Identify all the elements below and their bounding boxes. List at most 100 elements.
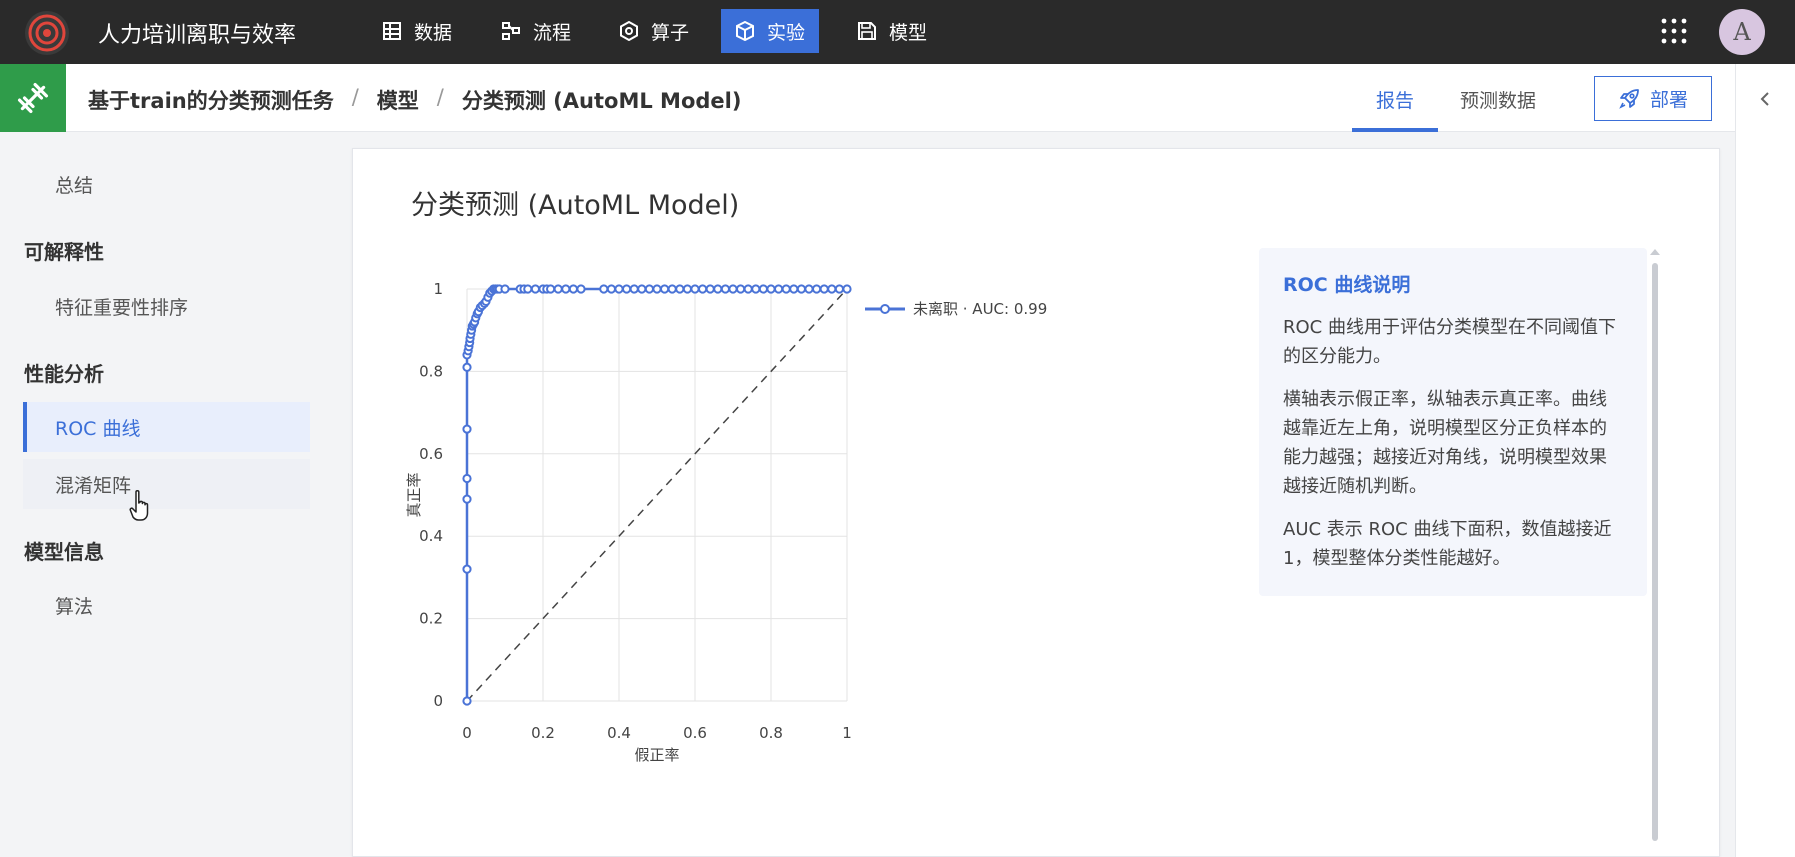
operator-icon xyxy=(620,21,638,41)
cube-icon xyxy=(736,21,754,41)
roc-point xyxy=(766,284,776,294)
nav-flow-label: 流程 xyxy=(533,21,572,44)
sidebar-item-label: 总结 xyxy=(55,174,94,197)
roc-point xyxy=(842,284,852,294)
roc-info-panel: ROC 曲线说明 ROC 曲线用于评估分类模型在不同阈值下的区分能力。 横轴表示… xyxy=(1259,248,1647,596)
nav-operator[interactable]: 算子 xyxy=(605,9,703,53)
roc-point xyxy=(812,284,822,294)
info-paragraph: AUC 表示 ROC 曲线下面积，数值越接近 1，模型整体分类性能越好。 xyxy=(1283,519,1612,569)
roc-chart: 0 0.2 0.4 0.6 0.8 1 0 0.2 0.4 0.6 0.8 1 假正率 真正率 未离职 · … xyxy=(405,280,1047,764)
y-axis-label: 真正率 xyxy=(405,472,423,517)
app-logo-icon[interactable] xyxy=(24,10,70,56)
nav-experiment-label: 实验 xyxy=(767,21,806,44)
scrollbar-thumb[interactable] xyxy=(1652,263,1658,841)
roc-point xyxy=(462,424,472,434)
sidebar-item-label: 算法 xyxy=(55,595,94,618)
scroll-up-arrow[interactable] xyxy=(1650,249,1660,255)
x-tick-label: 0.2 xyxy=(531,724,555,742)
sidebar-item-label: 混淆矩阵 xyxy=(55,474,132,497)
y-tick-label: 0.8 xyxy=(419,362,443,380)
sidebar-item-confusion-matrix[interactable]: 混淆矩阵 xyxy=(23,459,310,509)
roc-point xyxy=(751,284,761,294)
experiment-badge xyxy=(0,64,66,132)
nav-flow[interactable]: 流程 xyxy=(487,9,585,53)
x-tick-label: 0.8 xyxy=(759,724,783,742)
roc-point xyxy=(599,284,609,294)
roc-point xyxy=(462,564,472,574)
dumbbell-icon xyxy=(17,82,49,114)
rocket-icon xyxy=(1619,88,1639,109)
y-tick-label: 1 xyxy=(433,280,443,298)
x-axis-label: 假正率 xyxy=(634,746,679,764)
roc-point xyxy=(758,284,768,294)
sidebar-item-algorithm[interactable]: 算法 xyxy=(23,580,310,630)
roc-point xyxy=(834,284,844,294)
breadcrumb-separator: / xyxy=(436,85,444,109)
roc-point xyxy=(644,284,654,294)
legend-label: 未离职 · AUC: 0.99 xyxy=(913,300,1047,318)
nav-data[interactable]: 数据 xyxy=(368,9,466,53)
sidebar-group-model-info: 模型信息 xyxy=(24,540,104,564)
apps-grid-icon[interactable] xyxy=(1660,17,1688,45)
legend-marker xyxy=(880,304,890,314)
roc-point xyxy=(462,494,472,504)
sidebar: 总结 可解释性 特征重要性排序 性能分析 ROC 曲线 混淆矩阵 模型信息 算法 xyxy=(0,132,340,857)
tab-predict-data[interactable]: 预测数据 xyxy=(1460,86,1536,113)
roc-point xyxy=(682,284,692,294)
roc-point xyxy=(720,284,730,294)
nav-experiment[interactable]: 实验 xyxy=(721,9,820,53)
roc-point xyxy=(546,284,556,294)
nav-model-label: 模型 xyxy=(889,21,928,44)
sidebar-item-roc-curve[interactable]: ROC 曲线 xyxy=(23,402,310,452)
info-paragraph: 横轴表示假正率，纵轴表示真正率。曲线越靠近左上角，说明模型区分正负样本的能力越强… xyxy=(1283,389,1607,497)
random-diagonal-line xyxy=(466,288,848,702)
roc-point xyxy=(789,284,799,294)
roc-point xyxy=(614,284,624,294)
sidebar-item-label: ROC 曲线 xyxy=(55,417,141,440)
breadcrumb-separator: / xyxy=(351,85,359,109)
roc-point xyxy=(781,284,791,294)
flow-icon xyxy=(502,22,520,40)
x-tick-label: 0.4 xyxy=(607,724,631,742)
nav-model[interactable]: 模型 xyxy=(843,9,941,53)
roc-point xyxy=(705,284,715,294)
app-title: 人力培训离职与效率 xyxy=(98,23,297,48)
x-tick-label: 0 xyxy=(462,724,472,742)
roc-point xyxy=(667,284,677,294)
y-tick-label: 0 xyxy=(433,692,443,710)
roc-point xyxy=(462,696,472,706)
right-rail xyxy=(1735,64,1795,857)
info-paragraph: ROC 曲线用于评估分类模型在不同阈值下的区分能力。 xyxy=(1283,317,1616,367)
roc-point xyxy=(523,284,533,294)
deploy-button[interactable]: 部署 xyxy=(1594,76,1712,121)
roc-point xyxy=(629,284,639,294)
roc-point xyxy=(698,284,708,294)
sidebar-group-performance: 性能分析 xyxy=(24,362,104,386)
info-title: ROC 曲线说明 xyxy=(1283,274,1411,296)
y-tick-label: 0.4 xyxy=(419,527,443,545)
x-tick-label: 0.6 xyxy=(683,724,707,742)
y-tick-label: 0.6 xyxy=(419,445,443,463)
y-tick-label: 0.2 xyxy=(419,610,443,628)
roc-point xyxy=(675,284,685,294)
roc-point xyxy=(804,284,814,294)
roc-point xyxy=(530,284,540,294)
sidebar-item-summary[interactable]: 总结 xyxy=(23,159,310,209)
tab-report[interactable]: 报告 xyxy=(1376,86,1414,113)
nav-operator-label: 算子 xyxy=(651,21,690,44)
sidebar-item-feature-importance[interactable]: 特征重要性排序 xyxy=(23,281,310,331)
roc-point xyxy=(622,284,632,294)
chevron-left-icon[interactable] xyxy=(1758,90,1772,108)
roc-point xyxy=(690,284,700,294)
roc-point xyxy=(576,284,586,294)
breadcrumb-task[interactable]: 基于train的分类预测任务 xyxy=(88,85,334,115)
avatar[interactable]: A xyxy=(1719,9,1765,55)
breadcrumb-model[interactable]: 模型 xyxy=(377,85,419,115)
nav-data-label: 数据 xyxy=(414,21,453,44)
hand-cursor-icon xyxy=(129,489,149,521)
page-title: 分类预测 (AutoML Model) xyxy=(411,190,740,221)
roc-point xyxy=(561,284,571,294)
roc-point xyxy=(774,284,784,294)
roc-point xyxy=(827,284,837,294)
active-tab-indicator xyxy=(1352,128,1438,132)
